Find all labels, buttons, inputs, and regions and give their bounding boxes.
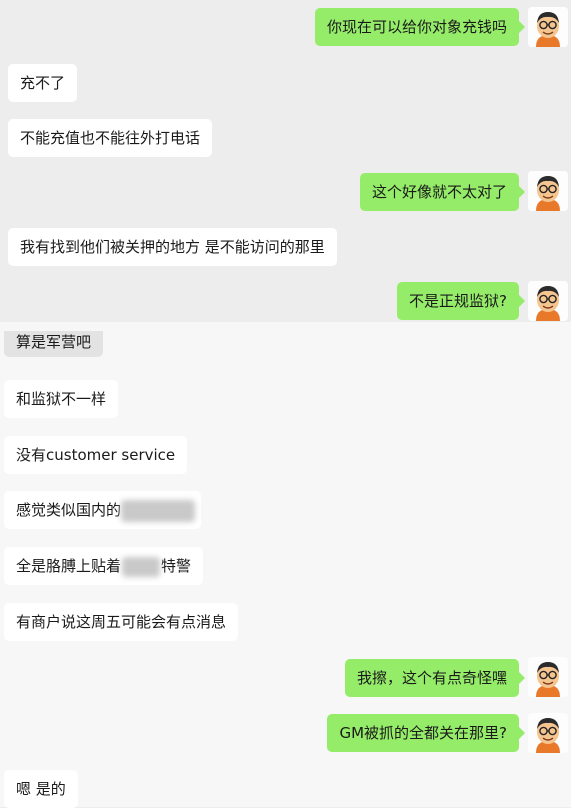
- message-bubble-sent[interactable]: 你现在可以给你对象充钱吗: [314, 8, 526, 46]
- sender-avatar-icon[interactable]: [528, 7, 568, 47]
- message-text: 特警: [161, 557, 192, 575]
- message-text: 全是胳膊上贴着: [16, 557, 122, 575]
- message-bubble-received[interactable]: 没有customer service: [4, 436, 188, 474]
- redaction-blur: [122, 556, 161, 577]
- sender-avatar-icon[interactable]: [528, 171, 568, 211]
- sender-avatar-icon[interactable]: [528, 281, 568, 321]
- message-bubble-received[interactable]: 全是胳膊上贴着 特警: [4, 547, 204, 585]
- message-bubble-received[interactable]: 和监狱不一样: [4, 380, 119, 418]
- message-bubble-received[interactable]: 嗯 是的: [4, 770, 78, 808]
- message-bubble-received[interactable]: 算是军营吧: [4, 331, 104, 357]
- message-bubble-received[interactable]: 充不了: [8, 64, 78, 102]
- message-bubble-received[interactable]: 我有找到他们被关押的地方 是不能访问的那里: [8, 228, 337, 266]
- message-bubble-sent[interactable]: GM被抓的全都关在那里?: [327, 714, 525, 752]
- message-bubble-sent[interactable]: 不是正规监狱?: [397, 282, 525, 320]
- sender-avatar-icon[interactable]: [528, 657, 568, 697]
- redaction-blur: [121, 499, 196, 522]
- message-bubble-received[interactable]: 不能充值也不能往外打电话: [8, 119, 213, 157]
- message-bubble-sent[interactable]: 我擦，这个有点奇怪嘿: [344, 659, 526, 697]
- message-bubble-received[interactable]: 有商户说这周五可能会有点消息: [4, 603, 239, 641]
- sender-avatar-icon[interactable]: [528, 713, 568, 753]
- message-text: 感觉类似国内的: [16, 501, 122, 519]
- message-bubble-received[interactable]: 感觉类似国内的: [4, 491, 202, 529]
- message-bubble-sent[interactable]: 这个好像就不太对了: [359, 173, 526, 211]
